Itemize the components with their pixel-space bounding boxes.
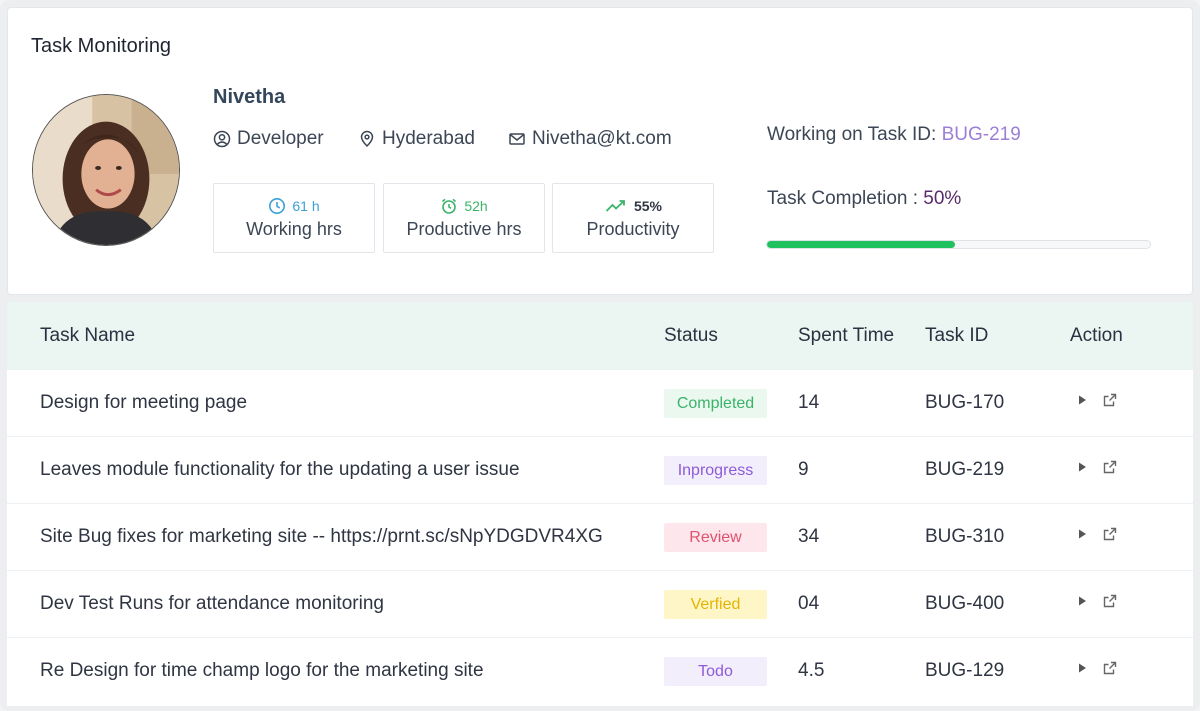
play-icon: [1079, 395, 1086, 405]
spent-time: 9: [798, 459, 809, 480]
header-spent-time: Spent Time: [798, 325, 895, 346]
user-role: Developer: [213, 128, 324, 150]
user-location: Hyderabad: [358, 128, 475, 150]
spent-time: 34: [798, 526, 820, 547]
task-completion-progress-bar: [766, 240, 1151, 249]
status-badge: Completed: [664, 389, 767, 418]
current-task-id[interactable]: BUG-219: [942, 124, 1021, 145]
table-row: Leaves module functionality for the upda…: [7, 437, 1193, 504]
user-email: Nivetha@kt.com: [508, 128, 672, 150]
status-badge: Inprogress: [664, 456, 767, 485]
table-header: Task Name Status Spent Time Task ID Acti…: [7, 302, 1193, 370]
stat-working-hours-label: Working hrs: [246, 219, 342, 239]
stat-productive-hours-label: Productive hrs: [406, 219, 522, 239]
stat-productivity: 55% Productivity: [552, 183, 714, 253]
row-actions: [1074, 593, 1118, 609]
mail-icon: [508, 130, 526, 148]
task-name: Design for meeting page: [40, 392, 248, 413]
external-link-icon: [1103, 393, 1117, 407]
clock-icon: [269, 198, 286, 214]
header-task-id: Task ID: [925, 325, 989, 346]
table-row: Dev Test Runs for attendance monitoring …: [7, 571, 1193, 638]
play-button[interactable]: [1074, 660, 1090, 676]
task-id: BUG-310: [925, 526, 1005, 547]
avatar-image: [33, 95, 179, 245]
task-name: Leaves module functionality for the upda…: [40, 459, 520, 480]
trending-up-icon: [605, 200, 625, 212]
user-circle-icon: [213, 130, 231, 148]
table-row: Design for meeting page Completed 14 BUG…: [7, 370, 1193, 437]
user-name: Nivetha: [213, 86, 286, 108]
task-name: Re Design for time champ logo for the ma…: [40, 660, 484, 681]
alarm-clock-icon: [442, 198, 457, 214]
spent-time: 4.5: [798, 660, 825, 681]
user-summary-card: Task Monitoring Nivetha Developer Hydera…: [7, 7, 1193, 295]
play-button[interactable]: [1074, 459, 1090, 475]
header-status: Status: [664, 325, 718, 346]
stat-working-hours: 61 h Working hrs: [213, 183, 375, 253]
stat-productive-hours: 52h Productive hrs: [383, 183, 545, 253]
task-name: Site Bug fixes for marketing site -- htt…: [40, 526, 603, 547]
avatar: [32, 94, 180, 246]
table-row: Re Design for time champ logo for the ma…: [7, 638, 1193, 705]
stat-productivity-value: 55%: [633, 198, 663, 214]
open-external-button[interactable]: [1102, 459, 1118, 475]
play-icon: [1079, 596, 1086, 606]
row-actions: [1074, 660, 1118, 676]
task-id: BUG-129: [925, 660, 1005, 681]
stat-working-hours-value: 61 h: [292, 198, 320, 214]
task-completion-label: Task Completion :: [767, 188, 924, 209]
header-action: Action: [1070, 325, 1123, 346]
table-row: Site Bug fixes for marketing site -- htt…: [7, 504, 1193, 571]
header-task-name: Task Name: [40, 325, 136, 346]
open-external-button[interactable]: [1102, 392, 1118, 408]
row-actions: [1074, 392, 1118, 408]
stat-productivity-label: Productivity: [586, 219, 680, 239]
spent-time: 04: [798, 593, 820, 614]
row-actions: [1074, 459, 1118, 475]
spent-time: 14: [798, 392, 820, 413]
task-id: BUG-170: [925, 392, 1005, 413]
progress-fill: [767, 241, 955, 248]
page-background: Task Monitoring Nivetha Developer Hydera…: [0, 0, 1200, 711]
play-icon: [1079, 462, 1086, 472]
status-badge: Todo: [664, 657, 767, 686]
open-external-button[interactable]: [1102, 593, 1118, 609]
open-external-button[interactable]: [1102, 526, 1118, 542]
task-name: Dev Test Runs for attendance monitoring: [40, 593, 384, 614]
current-task: Working on Task ID: BUG-219: [767, 124, 1021, 146]
row-actions: [1074, 526, 1118, 542]
task-completion: Task Completion : 50%: [767, 188, 961, 210]
task-completion-value: 50%: [923, 188, 962, 209]
play-icon: [1079, 663, 1086, 673]
user-location-text: Hyderabad: [382, 128, 475, 149]
user-role-text: Developer: [237, 128, 324, 149]
status-badge: Review: [664, 523, 767, 552]
external-link-icon: [1103, 527, 1117, 541]
current-task-label: Working on Task ID:: [767, 124, 942, 145]
task-id: BUG-219: [925, 459, 1005, 480]
external-link-icon: [1103, 594, 1117, 608]
play-button[interactable]: [1074, 392, 1090, 408]
task-id: BUG-400: [925, 593, 1005, 614]
status-badge: Verfied: [664, 590, 767, 619]
external-link-icon: [1103, 661, 1117, 675]
external-link-icon: [1103, 460, 1117, 474]
open-external-button[interactable]: [1102, 660, 1118, 676]
play-button[interactable]: [1074, 526, 1090, 542]
card-title: Task Monitoring: [31, 35, 172, 57]
stat-productive-hours-value: 52h: [464, 198, 488, 214]
task-table: Task Name Status Spent Time Task ID Acti…: [7, 302, 1193, 706]
user-email-text: Nivetha@kt.com: [532, 128, 672, 149]
location-pin-icon: [358, 130, 376, 148]
play-icon: [1079, 529, 1086, 539]
play-button[interactable]: [1074, 593, 1090, 609]
